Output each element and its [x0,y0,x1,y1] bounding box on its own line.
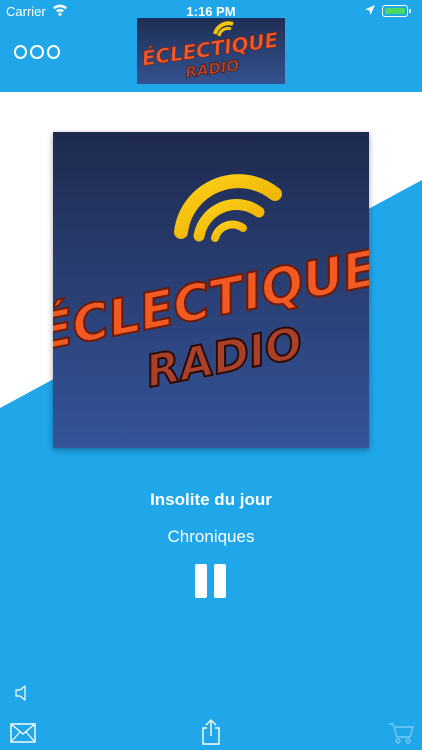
share-icon[interactable] [201,718,221,746]
pause-icon [195,564,207,598]
cart-icon[interactable] [388,721,414,745]
pause-button[interactable] [193,564,229,598]
cover-art: ÉCLECTIQUE RADIO [53,132,369,448]
track-subtitle: Chroniques [167,527,255,546]
location-arrow-icon [364,4,376,19]
battery-icon [382,5,408,17]
mail-icon[interactable] [10,723,36,743]
header-logo: ÉCLECTIQUE RADIO [137,18,285,84]
battery-tip [409,9,411,13]
header: ÉCLECTIQUE RADIO [0,18,422,92]
speaker-icon[interactable] [14,684,30,702]
status-time: 1:16 PM [186,4,236,19]
track-title: Insolite du jour [150,490,272,509]
more-circles-icon[interactable] [14,42,60,62]
